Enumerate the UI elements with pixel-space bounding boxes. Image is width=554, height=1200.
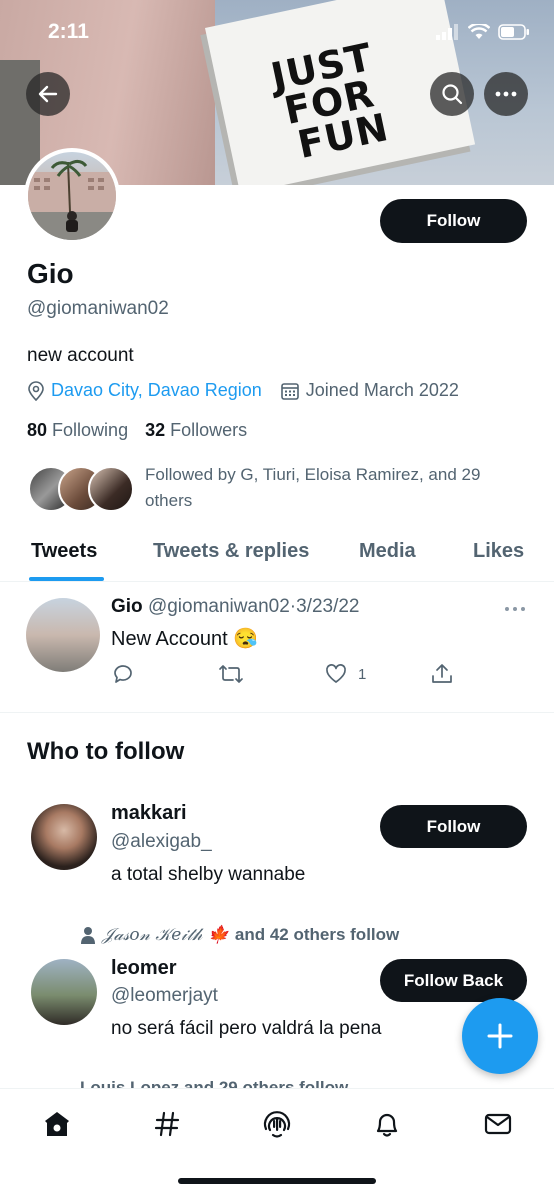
tweet-author-handle: @giomaniwan02 [147,596,290,617]
calendar-icon [280,382,299,400]
profile-avatar[interactable] [24,148,120,244]
suggestion-follow-button-1[interactable]: Follow [380,805,527,848]
banner-sign-text: JUST FOR FUN [267,35,392,167]
more-button[interactable] [484,72,528,116]
suggestion-bio-2: no será fácil pero valdrá la pena [111,1018,382,1039]
followers-link[interactable]: 32 Followers [145,420,247,440]
search-icon [442,84,463,105]
followed-by-avatar-3[interactable] [88,466,134,512]
following-link[interactable]: 80 Following [27,420,128,440]
heart-icon [326,664,346,683]
tweet-avatar[interactable] [26,598,100,672]
suggestion-avatar-1[interactable] [31,804,97,870]
status-time: 2:11 [48,20,89,43]
messages-icon [484,1113,512,1135]
wifi-icon [468,24,490,39]
arrow-left-icon [38,85,58,103]
followers-count: 32 [145,420,166,440]
social-context-rest: and 42 others follow [234,925,400,944]
tweet-author-name[interactable]: Gio [111,596,143,617]
share-icon [432,664,452,683]
followers-label: Followers [170,420,248,440]
tweet-text: New Account 😪 [111,628,259,650]
nav-messages[interactable] [481,1107,515,1141]
suggestion-avatar-2[interactable] [31,959,97,1025]
nav-notifications[interactable] [370,1107,404,1141]
active-tab-indicator [29,577,104,581]
reply-icon [114,665,132,683]
suggestion-handle-2: @leomerjayt [111,985,218,1006]
like-count: 1 [358,665,367,683]
avatar-image [28,159,116,240]
spaces-icon [263,1111,291,1138]
reply-button[interactable] [111,662,135,686]
tab-tweets-replies[interactable]: Tweets & replies [153,540,309,563]
signal-icon [436,24,458,40]
nav-home[interactable] [40,1107,74,1141]
following-count: 80 [27,420,48,440]
home-indicator [178,1178,376,1184]
suggestion-follow-back-button-2[interactable]: Follow Back [380,959,527,1002]
followed-by-text[interactable]: Followed by G, Tiuri, Eloisa Ramirez, an… [145,462,525,514]
share-button[interactable] [430,662,454,686]
retweet-button[interactable] [218,662,244,686]
nav-spaces[interactable] [260,1107,294,1141]
compose-tweet-button[interactable] [462,998,538,1074]
nav-explore[interactable] [150,1107,184,1141]
battery-icon [498,24,529,40]
search-button[interactable] [430,72,474,116]
social-context-name[interactable]: 𝒥𝒶𝓈𝑜𝓃 𝒦𝑒𝒾𝓉𝒽 🍁 [102,925,229,945]
profile-tabs: Tweets Tweets & replies Media Likes [0,530,554,582]
retweet-icon [219,665,243,683]
profile-handle: @giomaniwan02 [27,298,169,319]
more-icon [495,91,517,97]
location-icon [28,380,44,401]
profile-meta: Davao City, Davao Region Joined March 20… [27,380,459,401]
profile-bio: new account [27,345,134,366]
follow-button[interactable]: Follow [380,199,527,243]
plus-icon [487,1023,513,1049]
profile-location[interactable]: Davao City, Davao Region [51,380,262,401]
status-bar: 2:11 [0,18,554,48]
profile-counts: 80 Following 32 Followers [27,420,247,441]
profile-joined: Joined March 2022 [305,380,459,400]
tweet-date[interactable]: 3/23/22 [296,596,359,617]
section-divider [0,712,554,713]
suggestion-handle-1: @alexigab_ [111,831,212,852]
suggestion-name-2[interactable]: leomer [111,957,177,980]
profile-name: Gio [27,258,74,289]
like-button[interactable]: 1 [324,662,366,686]
tweet-more-icon[interactable] [504,606,526,612]
following-label: Following [52,420,129,440]
tab-likes[interactable]: Likes [473,540,524,563]
home-icon [45,1112,69,1136]
back-button[interactable] [26,72,70,116]
hashtag-icon [154,1111,180,1137]
social-context: 𝒥𝒶𝓈𝑜𝓃 𝒦𝑒𝒾𝓉𝒽 🍁 and 42 others follow [80,925,399,945]
person-icon [81,927,95,944]
who-to-follow-title: Who to follow [27,738,185,765]
suggestion-bio-1: a total shelby wannabe [111,864,306,885]
suggestion-name-1[interactable]: makkari [111,802,187,825]
tab-media[interactable]: Media [359,540,416,563]
notifications-icon [376,1113,398,1137]
tweet-header: Gio @giomaniwan02·3/23/22 [111,596,360,618]
tab-tweets[interactable]: Tweets [31,540,97,563]
status-icons [436,24,530,40]
